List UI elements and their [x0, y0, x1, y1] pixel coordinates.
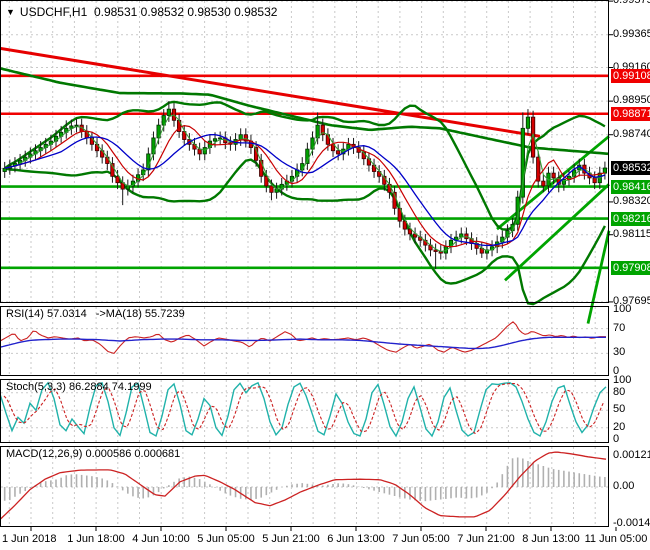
price-badge-red: 0.99108 — [611, 68, 650, 83]
price-badge-green: 0.98216 — [611, 211, 650, 226]
macd-axis-tick: -0.001406 — [613, 516, 650, 529]
price-badge-green: 0.97908 — [611, 260, 650, 275]
time-axis-label: 5 Jun 05:00 — [197, 533, 255, 545]
time-axis-label: 4 Jun 10:00 — [132, 533, 190, 545]
price-axis-tick: 0.98320 — [613, 194, 650, 207]
price-axis-tick: 0.99575 — [613, 0, 650, 7]
price-axis-tick: 0.98740 — [613, 127, 650, 140]
macd-axis-tick: 0.00121 — [613, 448, 650, 461]
price-badge-red: 0.98871 — [611, 106, 650, 121]
rsi-label: RSI(14) 57.0314 — [6, 308, 87, 320]
price-axis-tick: 0.99365 — [613, 27, 650, 40]
price-axis-tick: 0.98950 — [613, 94, 650, 107]
stoch-panel-label: Stoch(5,3,3) 86.2884 74.1999 — [6, 381, 152, 393]
price-badge-black: 0.98532 — [611, 161, 650, 175]
stoch-label: Stoch(5,3,3) 86.2884 74.1999 — [6, 381, 152, 393]
symbol-label: USDCHF,H1 — [19, 5, 88, 19]
time-axis-label: 5 Jun 21:00 — [262, 533, 320, 545]
stoch-axis-tick: 80 — [613, 385, 626, 398]
stoch-axis-tick: 50 — [613, 403, 626, 416]
stoch-axis-tick: 0 — [613, 432, 620, 445]
time-axis-label: 7 Jun 21:00 — [457, 533, 515, 545]
rsi-panel-label: RSI(14) 57.0314 ->MA(18) 55.7239 — [6, 308, 185, 320]
macd-panel-label: MACD(12,26,9) 0.000586 0.000681 — [6, 448, 180, 460]
quote-ohlc: 0.98531 0.98532 0.98530 0.98532 — [93, 5, 278, 19]
time-axis-label: 7 Jun 05:00 — [392, 533, 450, 545]
rsi-ma-label: ->MA(18) 55.7239 — [95, 308, 185, 320]
chart-canvas[interactable] — [0, 0, 650, 550]
macd-label: MACD(12,26,9) 0.000586 0.000681 — [6, 448, 181, 460]
macd-axis-tick: 0.00 — [613, 480, 635, 492]
chart-title: ▼ USDCHF,H1 0.98531 0.98532 0.98530 0.985… — [6, 5, 277, 19]
price-badge-green: 0.98416 — [611, 179, 650, 194]
stoch-axis-tick: 100 — [613, 374, 632, 386]
rsi-axis-tick: 70 — [613, 321, 626, 334]
rsi-axis-tick: 30 — [613, 346, 626, 359]
time-axis-label: 1 Jun 2018 — [2, 533, 57, 545]
rsi-axis-tick: 100 — [613, 303, 632, 315]
symbol-dropdown-icon[interactable]: ▼ — [6, 7, 15, 17]
time-axis-label: 1 Jun 18:00 — [67, 533, 125, 545]
stoch-axis-tick: 20 — [613, 420, 626, 433]
time-axis-label: 6 Jun 13:00 — [327, 533, 385, 545]
time-axis-label: 11 Jun 05:00 — [584, 533, 648, 545]
time-axis-label: 8 Jun 13:00 — [522, 533, 580, 545]
price-axis-tick: 0.98115 — [613, 227, 650, 240]
trading-chart-window: ▼ USDCHF,H1 0.98531 0.98532 0.98530 0.985… — [0, 0, 650, 550]
